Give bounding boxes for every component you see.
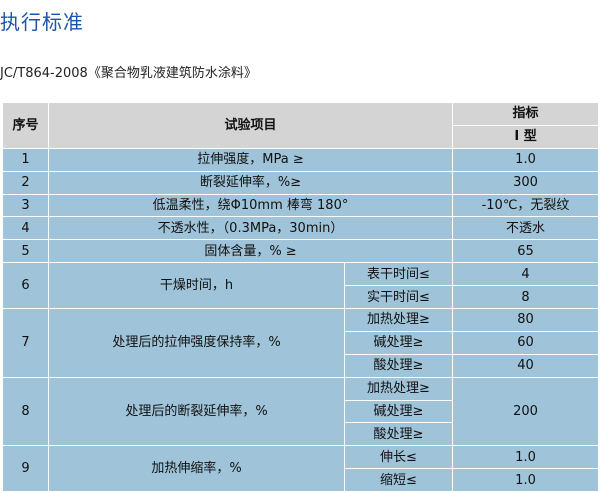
row-item: 断裂延伸率，%≥ [47,170,454,195]
row-no: 9 [2,445,49,492]
row-item: 固体含量，% ≥ [47,239,454,264]
row-value: 80 [452,308,600,332]
row-value: 1.0 [452,445,600,470]
row-no: 6 [2,262,49,310]
row-item: 处理后的断裂延伸率，% [48,376,345,447]
row-no: 7 [2,308,49,378]
table-row: 3 低温柔性，绕Φ10mm 棒弯 180° -10℃，无裂纹 [2,193,600,218]
row-no: 1 [2,147,49,172]
row-sub-label: 酸处理≥ [343,422,454,447]
row-value: -10℃，无裂纹 [452,193,600,218]
row-no: 4 [2,216,49,241]
row-value: 4 [452,262,600,287]
header-no: 序号 [2,102,49,149]
row-no: 3 [2,193,49,218]
header-row: 序号 试验项目 指标 [2,102,600,149]
row-item: 拉伸强度，MPa ≥ [47,147,454,172]
table-row: 9 加热伸缩率，% 伸长≤ 1.0 [2,445,600,492]
row-value: 1.0 [452,468,600,492]
row-item: 处理后的拉伸强度保持率，% [48,308,345,378]
row-sub-label: 加热处理≥ [343,376,454,401]
row-sub-label: 碱处理≥ [343,399,454,424]
page-title: 执行标准 [0,10,84,34]
row-no: 5 [2,239,49,264]
row-no: 8 [2,376,49,447]
row-sub-label: 缩短≤ [343,468,454,492]
row-sub-label: 酸处理≥ [343,353,454,378]
row-item: 加热伸缩率，% [48,445,345,492]
row-item: 低温柔性，绕Φ10mm 棒弯 180° [47,193,454,218]
header-item: 试验项目 [47,102,454,149]
row-value: 60 [452,330,600,355]
row-no: 2 [2,170,49,195]
row-sub-label: 伸长≤ [343,445,454,470]
row-sub-label: 碱处理≥ [343,330,454,355]
row-item: 不透水性，（0.3MPa，30min） [47,216,454,241]
table-row: 5 固体含量，% ≥ 65 [2,239,600,264]
standard-reference: JC/T864-2008《聚合物乳液建筑防水涂料》 [0,66,257,81]
spec-table: 序号 试验项目 指标 I 型 1 拉伸强度，MPa ≥ 1.0 2 断裂延伸率，… [2,102,600,492]
header-grade: I 型 [452,124,600,149]
row-value: 200 [452,376,600,447]
table-row: 8 处理后的断裂延伸率，% 加热处理≥ 200 [2,376,600,447]
table-row: 7 处理后的拉伸强度保持率，% 加热处理≥ 80 [2,308,600,378]
row-value: 1.0 [452,147,600,172]
row-sub-label: 实干时间≤ [343,285,454,310]
row-value: 不透水 [452,216,600,241]
row-value: 300 [452,170,600,195]
header-index: 指标 [452,102,600,126]
row-item: 干燥时间，h [48,262,345,310]
table-row: 4 不透水性，（0.3MPa，30min） 不透水 [2,216,600,241]
row-value: 65 [452,239,600,264]
table-row: 2 断裂延伸率，%≥ 300 [2,170,600,195]
row-value: 40 [452,353,600,378]
table-row: 6 干燥时间，h 表干时间≤ 4 [2,262,600,310]
table-row: 1 拉伸强度，MPa ≥ 1.0 [2,147,600,172]
row-sub-label: 加热处理≥ [343,308,454,332]
row-sub-label: 表干时间≤ [343,262,454,287]
row-value: 8 [452,285,600,310]
